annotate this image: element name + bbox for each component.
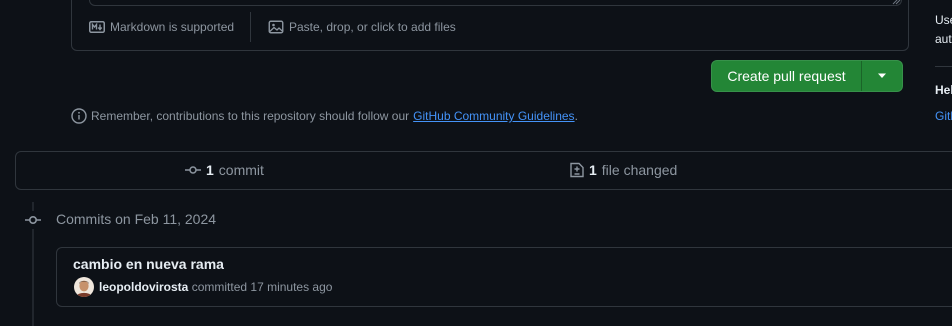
markdown-supported-link[interactable]: Markdown is supported — [89, 18, 234, 36]
info-icon — [71, 108, 87, 124]
commit-time[interactable]: 17 minutes ago — [250, 280, 332, 294]
commits-date-heading: Commits on Feb 11, 2024 — [56, 211, 217, 227]
git-commit-icon — [185, 162, 201, 178]
file-diff-icon — [570, 162, 584, 178]
composer-divider — [250, 12, 251, 42]
commit-label: commit — [218, 162, 264, 178]
commit-action: committed — [191, 280, 248, 294]
comment-textarea[interactable] — [89, 0, 902, 6]
files-changed-label: file changed — [601, 162, 678, 178]
create-pr-options-dropdown[interactable] — [862, 61, 902, 91]
attach-files-label: Paste, drop, or click to add files — [289, 20, 456, 34]
commit-count: 1 — [206, 162, 214, 178]
commit-meta: leopoldovirosta committed 17 minutes ago — [99, 280, 332, 294]
sidebar-text-line1: Use — [935, 13, 952, 27]
compare-summary-bar — [15, 151, 952, 190]
commit-title-link[interactable]: cambio en nueva rama — [73, 256, 224, 272]
markdown-icon — [89, 21, 105, 33]
files-changed-tab[interactable]: 1 file changed — [570, 161, 677, 179]
sidebar-help-heading: Hel — [935, 83, 952, 97]
community-guidelines-link[interactable]: GitHub Community Guidelines — [413, 109, 574, 123]
commit-author-link[interactable]: leopoldovirosta — [99, 280, 188, 294]
sidebar-text-line2: aut — [935, 32, 952, 46]
commits-tab[interactable]: 1 commit — [185, 161, 264, 179]
resize-handle-icon[interactable] — [891, 0, 901, 5]
git-commit-icon — [24, 211, 42, 229]
attach-files-button[interactable]: Paste, drop, or click to add files — [268, 18, 456, 36]
contribution-guidelines-note: Remember, contributions to this reposito… — [71, 108, 578, 124]
guideline-period: . — [574, 109, 578, 123]
markdown-label: Markdown is supported — [110, 20, 235, 34]
create-pull-request-button-group: Create pull request — [711, 60, 903, 92]
guideline-text: Remember, contributions to this reposito… — [91, 109, 410, 123]
sidebar-help-link[interactable]: Gith — [935, 109, 952, 123]
triangle-down-icon — [877, 73, 887, 79]
create-pull-request-button[interactable]: Create pull request — [712, 61, 862, 91]
sidebar-divider — [935, 66, 952, 67]
avatar[interactable] — [74, 277, 94, 297]
image-icon — [268, 19, 284, 35]
files-changed-count: 1 — [589, 162, 597, 178]
